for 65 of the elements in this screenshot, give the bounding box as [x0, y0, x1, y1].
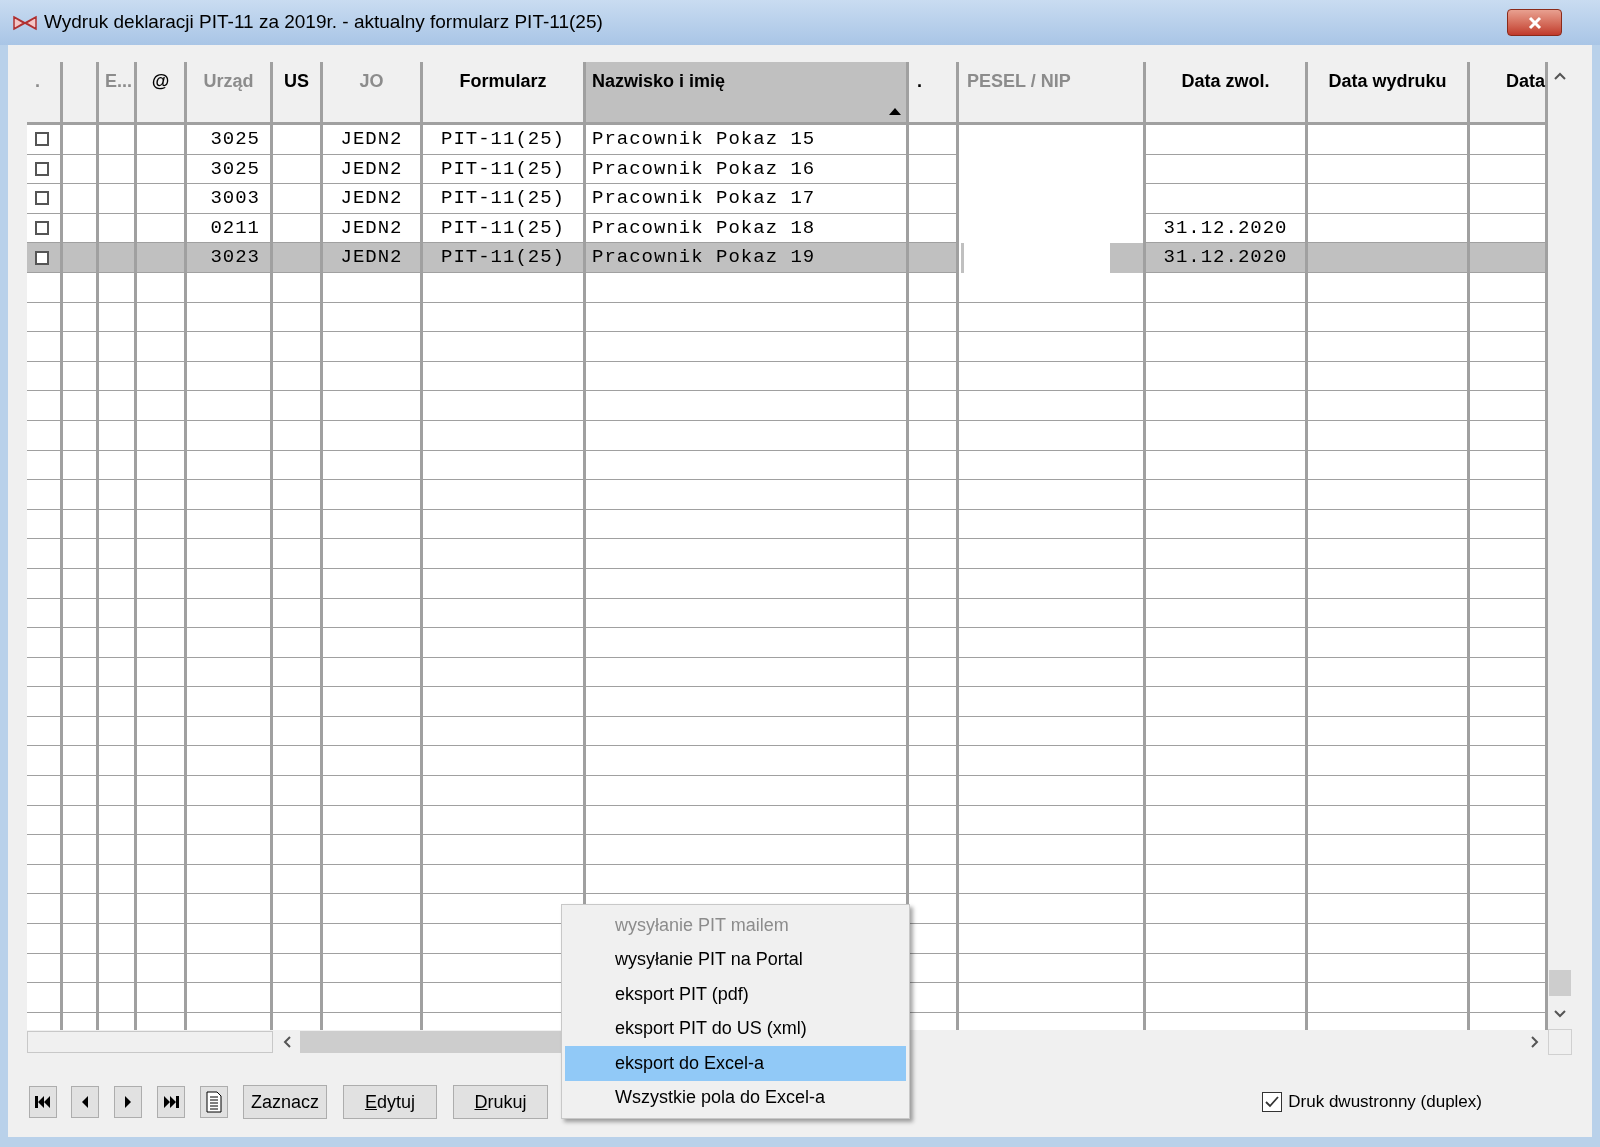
table-cell: PIT-11(25) — [423, 213, 586, 244]
column-header[interactable]: Data — [1470, 62, 1548, 125]
table-cell: 3025 — [187, 125, 273, 155]
action-button[interactable]: Drukuj — [453, 1085, 548, 1119]
table-cell: Pracownik Pokaz 15 — [586, 125, 909, 155]
table-cell: Pracownik Pokaz 17 — [586, 184, 909, 214]
table-cell: Pracownik Pokaz 16 — [586, 154, 909, 185]
action-button[interactable]: Edytuj — [343, 1085, 437, 1119]
close-button[interactable] — [1507, 9, 1562, 36]
table-cell: 3003 — [187, 184, 273, 214]
menu-item[interactable]: eksport do Excel-a — [565, 1046, 906, 1081]
column-header[interactable]: @ — [137, 62, 187, 125]
document-icon — [206, 1091, 222, 1113]
checkbox[interactable] — [1262, 1092, 1283, 1112]
checkbox[interactable] — [35, 161, 49, 176]
menu-item[interactable]: eksport PIT (pdf) — [565, 977, 906, 1012]
scroll-left-icon[interactable] — [282, 1036, 291, 1048]
column-header[interactable]: Nazwisko i imię — [586, 62, 909, 125]
previous-icon — [81, 1095, 89, 1109]
scroll-right-icon[interactable] — [1530, 1036, 1539, 1048]
table-cell: PIT-11(25) — [423, 243, 586, 273]
column-header[interactable]: US — [273, 62, 323, 125]
table-cell: 3025 — [187, 154, 273, 185]
table-cell: Pracownik Pokaz 19 — [586, 243, 909, 273]
action-button[interactable]: Zaznacz — [243, 1085, 327, 1119]
scroll-thumb[interactable] — [1549, 970, 1571, 996]
table-cell: 31.12.2020 — [1146, 213, 1308, 244]
checkbox[interactable] — [35, 250, 49, 265]
table-cell: PIT-11(25) — [423, 154, 586, 185]
next-record-button[interactable] — [114, 1086, 142, 1118]
scroll-down-icon[interactable] — [1554, 1010, 1566, 1018]
first-record-button[interactable] — [29, 1086, 57, 1118]
table-cell: 3023 — [187, 243, 273, 273]
table-cell: JEDN2 — [323, 125, 423, 155]
last-record-button[interactable] — [157, 1086, 185, 1118]
sort-ascending-icon — [888, 107, 902, 116]
column-header[interactable]: Data zwol. — [1146, 62, 1308, 125]
table-cell: 0211 — [187, 213, 273, 244]
checkbox-label: Druk dwustronny (duplex) — [1288, 1091, 1482, 1114]
checkbox[interactable] — [35, 191, 49, 206]
close-icon — [1526, 15, 1543, 30]
app-icon — [12, 13, 38, 32]
column-header[interactable]: . — [909, 62, 959, 125]
table-cell: JEDN2 — [323, 213, 423, 244]
next-icon — [124, 1095, 132, 1109]
table-cell: PIT-11(25) — [423, 125, 586, 155]
last-icon — [162, 1095, 180, 1109]
first-icon — [34, 1095, 52, 1109]
table-cell: 31.12.2020 — [1146, 243, 1308, 273]
column-header[interactable]: Formularz — [423, 62, 586, 125]
table-cell: JEDN2 — [323, 243, 423, 273]
window-title: Wydruk deklaracji PIT-11 za 2019r. - aktualny formularz PIT-11(25) — [44, 10, 603, 35]
scroll-up-icon[interactable] — [1554, 72, 1566, 80]
table-cell: PIT-11(25) — [423, 184, 586, 214]
table-cell: JEDN2 — [323, 154, 423, 185]
menu-item[interactable]: eksport PIT do US (xml) — [565, 1011, 906, 1046]
details-button[interactable] — [200, 1086, 228, 1118]
table-cell: Pracownik Pokaz 18 — [586, 213, 909, 244]
checkbox[interactable] — [35, 221, 49, 236]
checkbox[interactable] — [35, 132, 49, 147]
table-cell: JEDN2 — [323, 184, 423, 214]
menu-item[interactable]: Wszystkie pola do Excel-a — [565, 1080, 906, 1115]
previous-record-button[interactable] — [71, 1086, 99, 1118]
menu-item[interactable]: wysyłanie PIT na Portal — [565, 942, 906, 977]
column-header[interactable]: Data wydruku — [1308, 62, 1470, 125]
